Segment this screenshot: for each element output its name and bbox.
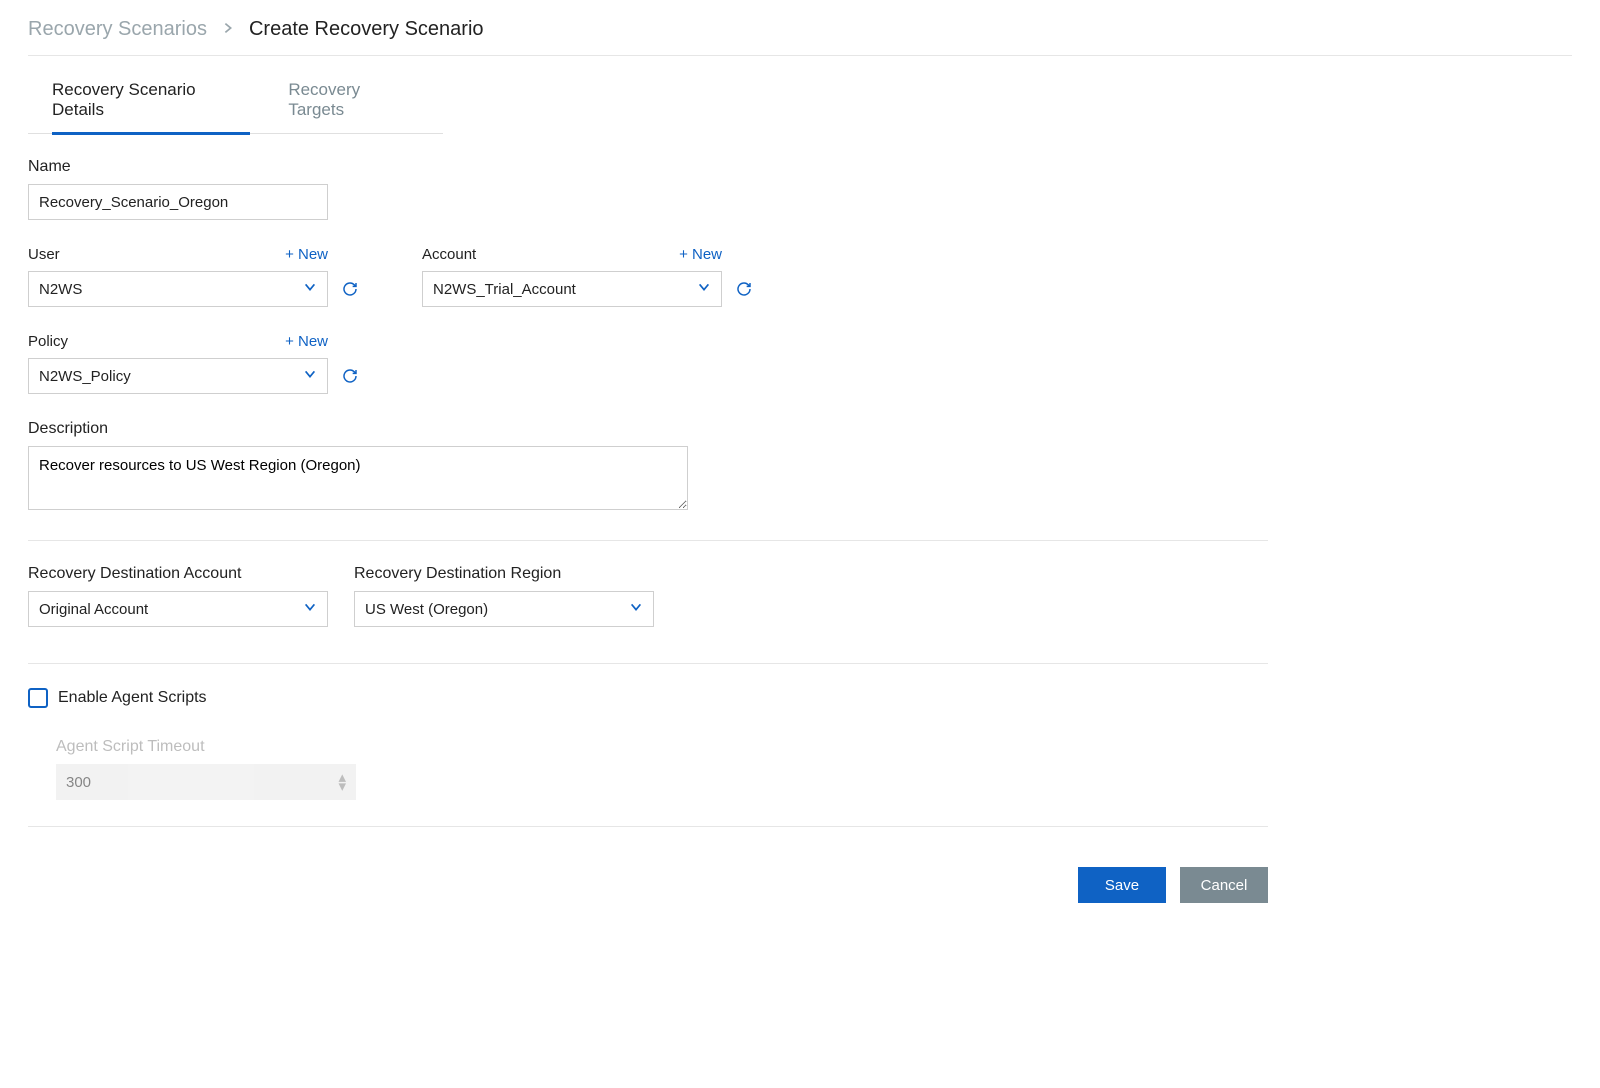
- policy-label: Policy: [28, 333, 68, 350]
- recovery-dest-account-label: Recovery Destination Account: [28, 565, 328, 583]
- breadcrumb: Recovery Scenarios Create Recovery Scena…: [28, 18, 1572, 56]
- tabs: Recovery Scenario Details Recovery Targe…: [28, 68, 443, 134]
- user-label: User: [28, 246, 60, 263]
- recovery-dest-account-value: Original Account: [39, 601, 148, 618]
- policy-select-value: N2WS_Policy: [39, 368, 131, 385]
- account-select-value: N2WS_Trial_Account: [433, 281, 576, 298]
- divider: [28, 826, 1268, 827]
- save-button[interactable]: Save: [1078, 867, 1166, 903]
- agent-timeout-value: 300: [66, 774, 91, 791]
- recovery-dest-region-select[interactable]: US West (Oregon): [354, 591, 654, 627]
- policy-refresh-icon[interactable]: [342, 368, 358, 384]
- tab-recovery-targets[interactable]: Recovery Targets: [288, 80, 419, 135]
- description-label: Description: [28, 420, 1572, 438]
- cancel-button[interactable]: Cancel: [1180, 867, 1268, 903]
- breadcrumb-back[interactable]: Recovery Scenarios: [28, 18, 207, 41]
- agent-timeout-input: 300 ▴▾: [56, 764, 356, 800]
- divider: [28, 663, 1268, 664]
- recovery-dest-region-value: US West (Oregon): [365, 601, 488, 618]
- description-textarea[interactable]: Recover resources to US West Region (Ore…: [28, 446, 688, 510]
- account-refresh-icon[interactable]: [736, 281, 752, 297]
- tab-recovery-scenario-details[interactable]: Recovery Scenario Details: [52, 80, 250, 135]
- account-select[interactable]: N2WS_Trial_Account: [422, 271, 722, 307]
- user-select-value: N2WS: [39, 281, 82, 298]
- chevron-down-icon: [303, 600, 317, 618]
- stepper-icon: ▴▾: [338, 773, 346, 791]
- enable-agent-scripts-checkbox[interactable]: [28, 688, 48, 708]
- account-label: Account: [422, 246, 476, 263]
- chevron-down-icon: [629, 600, 643, 618]
- policy-select[interactable]: N2WS_Policy: [28, 358, 328, 394]
- divider: [28, 540, 1268, 541]
- breadcrumb-current: Create Recovery Scenario: [249, 18, 484, 41]
- chevron-down-icon: [697, 280, 711, 298]
- user-select[interactable]: N2WS: [28, 271, 328, 307]
- recovery-dest-region-label: Recovery Destination Region: [354, 565, 654, 583]
- agent-timeout-label: Agent Script Timeout: [56, 738, 1572, 756]
- user-refresh-icon[interactable]: [342, 281, 358, 297]
- chevron-down-icon: [303, 367, 317, 385]
- recovery-dest-account-select[interactable]: Original Account: [28, 591, 328, 627]
- user-new-link[interactable]: + New: [285, 246, 328, 263]
- chevron-right-icon: [221, 18, 235, 41]
- chevron-down-icon: [303, 280, 317, 298]
- enable-agent-scripts-label[interactable]: Enable Agent Scripts: [58, 689, 207, 707]
- account-new-link[interactable]: + New: [679, 246, 722, 263]
- name-label: Name: [28, 158, 1572, 176]
- name-input[interactable]: [28, 184, 328, 220]
- policy-new-link[interactable]: + New: [285, 333, 328, 350]
